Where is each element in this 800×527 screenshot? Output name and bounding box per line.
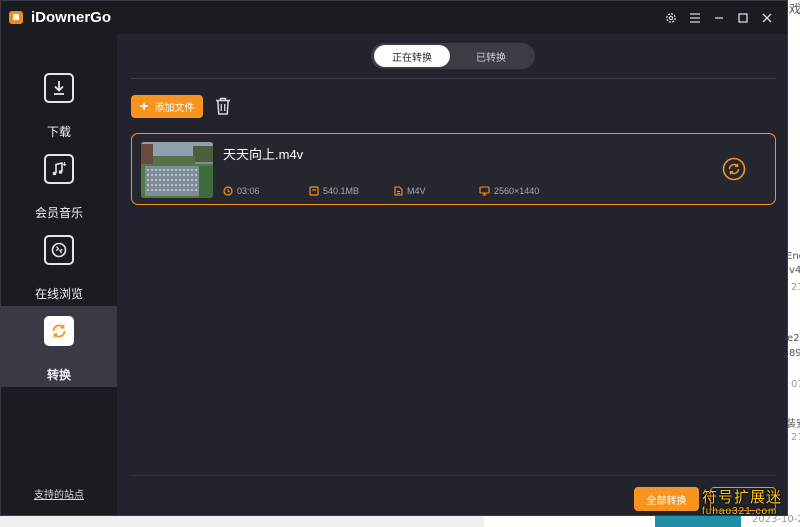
file-format: M4V bbox=[407, 186, 426, 196]
watermark-en: fuhao321.com bbox=[702, 506, 778, 517]
app-window: iDownerGo 下载 会员音乐 在线浏览 转换 支持的站点 正在转换 已转换… bbox=[0, 0, 788, 516]
sidebar-item-label: 在线浏览 bbox=[34, 287, 83, 301]
size-meta: 540.1MB bbox=[309, 186, 359, 196]
background-text: 装安 bbox=[786, 419, 800, 430]
main-panel: 正在转换 已转换 + 添加文件 天天向上.m4v 03:06 540.1MB M… bbox=[117, 34, 787, 515]
download-icon bbox=[44, 73, 74, 103]
music-icon bbox=[44, 154, 74, 184]
minimize-icon[interactable] bbox=[711, 10, 727, 26]
background-text: 戏 bbox=[789, 2, 800, 16]
menu-icon[interactable] bbox=[687, 10, 703, 26]
background-window bbox=[788, 0, 800, 527]
sidebar-item-convert[interactable]: 转换 bbox=[1, 306, 117, 387]
trash-icon[interactable] bbox=[214, 96, 232, 116]
maximize-icon[interactable] bbox=[735, 10, 751, 26]
storage-icon bbox=[309, 186, 319, 196]
background-text: e20 bbox=[787, 333, 800, 344]
background-text: Eng bbox=[786, 251, 800, 262]
sidebar-item-label: 会员音乐 bbox=[34, 206, 83, 220]
clock-icon bbox=[223, 186, 233, 196]
convert-file-icon[interactable] bbox=[722, 157, 746, 181]
sidebar-item-browser[interactable]: 在线浏览 bbox=[1, 225, 117, 306]
format-meta: M4V bbox=[394, 186, 426, 196]
divider bbox=[131, 475, 776, 476]
status-tabs: 正在转换 已转换 bbox=[371, 43, 535, 69]
app-title: iDownerGo bbox=[31, 9, 112, 26]
watermark-cn: 符号扩展迷 bbox=[702, 488, 783, 506]
sidebar-item-label: 转换 bbox=[46, 368, 71, 382]
background-text: 27 bbox=[791, 432, 800, 443]
background-text: v4 bbox=[789, 265, 800, 276]
resolution: 2560×1440 bbox=[494, 186, 540, 196]
app-logo-icon bbox=[9, 11, 23, 24]
add-file-button[interactable]: + 添加文件 bbox=[131, 95, 203, 118]
plus-icon: + bbox=[139, 98, 149, 115]
video-thumbnail bbox=[141, 142, 213, 198]
convert-all-button[interactable]: 全部转换 bbox=[634, 487, 699, 511]
duration: 03:06 bbox=[237, 186, 260, 196]
title-bar[interactable]: iDownerGo bbox=[1, 1, 787, 34]
file-name: 天天向上.m4v bbox=[223, 147, 304, 162]
close-icon[interactable] bbox=[759, 10, 775, 26]
file-format-icon bbox=[394, 186, 403, 196]
sidebar-item-music[interactable]: 会员音乐 bbox=[1, 144, 117, 225]
tab-converted[interactable]: 已转换 bbox=[453, 45, 529, 67]
convert-icon bbox=[44, 316, 74, 346]
gear-icon[interactable] bbox=[663, 10, 679, 26]
tab-converting[interactable]: 正在转换 bbox=[374, 45, 450, 67]
add-file-label: 添加文件 bbox=[154, 103, 195, 114]
file-size: 540.1MB bbox=[323, 186, 360, 196]
supported-sites-link[interactable]: 支持的站点 bbox=[1, 486, 117, 501]
sidebar: 下载 会员音乐 在线浏览 转换 支持的站点 bbox=[1, 34, 117, 515]
browser-icon bbox=[44, 235, 74, 265]
resolution-meta: 2560×1440 bbox=[479, 186, 539, 196]
background-text: 07 bbox=[791, 379, 800, 390]
background-text: 89 bbox=[789, 348, 800, 359]
duration-meta: 03:06 bbox=[223, 186, 260, 196]
divider bbox=[131, 78, 776, 79]
background-text: 21 bbox=[791, 282, 800, 293]
sidebar-item-label: 下载 bbox=[46, 125, 71, 139]
sidebar-item-download[interactable]: 下载 bbox=[1, 63, 117, 144]
file-item[interactable]: 天天向上.m4v 03:06 540.1MB M4V 2560×1440 bbox=[131, 133, 776, 205]
monitor-icon bbox=[479, 186, 490, 196]
site-watermark: 符号扩展迷 fuhao321.com bbox=[702, 486, 794, 520]
